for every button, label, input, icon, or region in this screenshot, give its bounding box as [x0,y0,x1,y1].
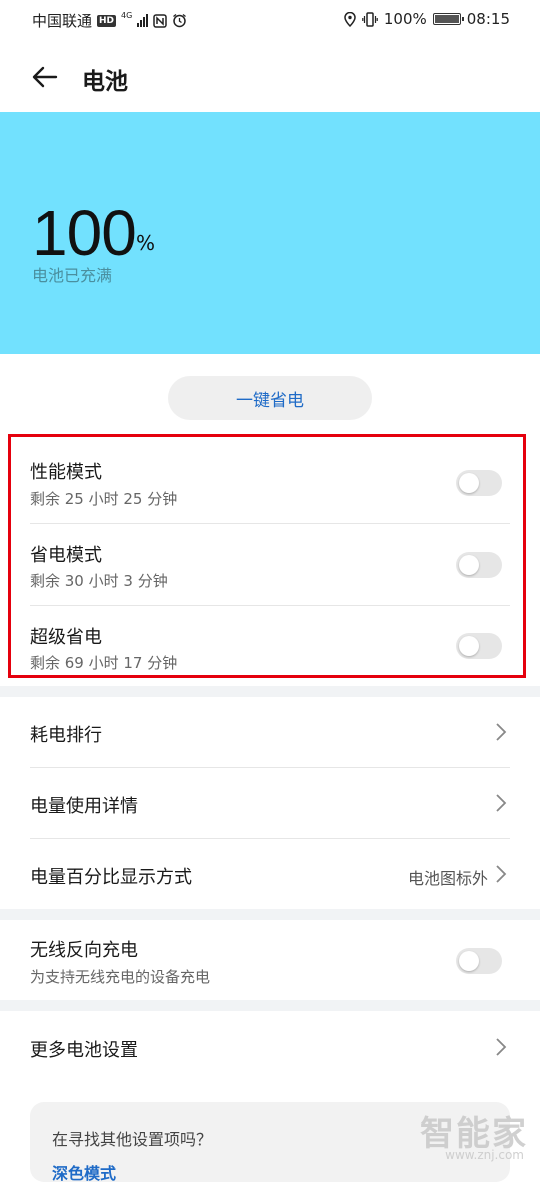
wireless-reverse-sub: 为支持无线充电的设备充电 [30,968,211,986]
mode-remaining: 剩余 30 小时 3 分钟 [30,572,168,590]
mode-row-performance[interactable]: 性能模式 剩余 25 小时 25 分钟 [0,440,540,522]
section-gap [0,686,540,697]
nfc-icon [153,13,168,28]
carrier-name: 中国联通 [32,12,93,30]
consumption-rank-label: 耗电排行 [30,725,102,746]
vibrate-icon [362,11,378,27]
battery-percent-text: 100% [383,10,427,28]
network-type: 4G [121,11,133,20]
status-bar-right: 100% 08:15 [344,10,510,28]
more-settings-row[interactable]: 更多电池设置 [0,1011,540,1083]
usage-details-row[interactable]: 电量使用详情 [0,768,540,838]
status-bar: 中国联通 HD 4G 100% 08:15 [0,0,540,40]
battery-status: 电池已充满 [32,266,113,285]
chevron-right-icon [496,865,507,883]
mode-row-ultra-saving[interactable]: 超级省电 剩余 69 小时 17 分钟 [0,605,540,677]
wireless-reverse-row[interactable]: 无线反向充电 为支持无线充电的设备充电 [0,920,540,1000]
section-gap [0,1000,540,1011]
battery-hero: 100 % 电池已充满 [0,112,540,354]
battery-icon [432,13,464,25]
alarm-icon [173,13,187,28]
back-arrow-icon[interactable] [30,62,60,92]
search-suggestion-question: 在寻找其他设置项吗？ [52,1130,213,1149]
mode-label: 超级省电 [30,627,102,648]
mode-label: 省电模式 [30,545,102,566]
section-gap [0,909,540,920]
battery-percent-sign: % [136,231,156,255]
percent-display-value: 电池图标外 [407,869,488,888]
chevron-right-icon [496,794,507,812]
percent-display-label: 电量百分比显示方式 [30,867,192,888]
location-icon [344,11,356,27]
mode-label: 性能模式 [30,462,102,483]
page-title: 电池 [82,69,128,95]
dark-mode-link[interactable]: 深色模式 [52,1160,116,1184]
mode-remaining: 剩余 25 小时 25 分钟 [30,490,178,508]
status-bar-left: 中国联通 HD 4G [32,10,187,31]
watermark-url: www.znj.com [445,1148,524,1162]
chevron-right-icon [496,1038,507,1056]
wireless-reverse-label: 无线反向充电 [30,940,138,961]
percent-display-row[interactable]: 电量百分比显示方式 电池图标外 [0,839,540,909]
chevron-right-icon [496,723,507,741]
hd-badge: HD [97,14,117,27]
power-saving-mode-toggle[interactable] [456,552,502,578]
one-key-save-button[interactable]: 一键省电 [168,376,372,420]
mode-remaining: 剩余 69 小时 17 分钟 [30,654,178,672]
wireless-reverse-toggle[interactable] [456,948,502,974]
mode-row-power-saving[interactable]: 省电模式 剩余 30 小时 3 分钟 [0,523,540,605]
consumption-rank-row[interactable]: 耗电排行 [0,697,540,767]
one-key-save-label: 一键省电 [236,390,304,411]
clock: 08:15 [466,10,510,28]
performance-mode-toggle[interactable] [456,470,502,496]
more-settings-label: 更多电池设置 [30,1040,138,1061]
ultra-saving-mode-toggle[interactable] [456,633,502,659]
usage-details-label: 电量使用详情 [30,796,138,817]
app-bar: 电池 [0,52,540,102]
signal-icon [137,14,149,27]
battery-percent-value: 100 [32,197,137,269]
